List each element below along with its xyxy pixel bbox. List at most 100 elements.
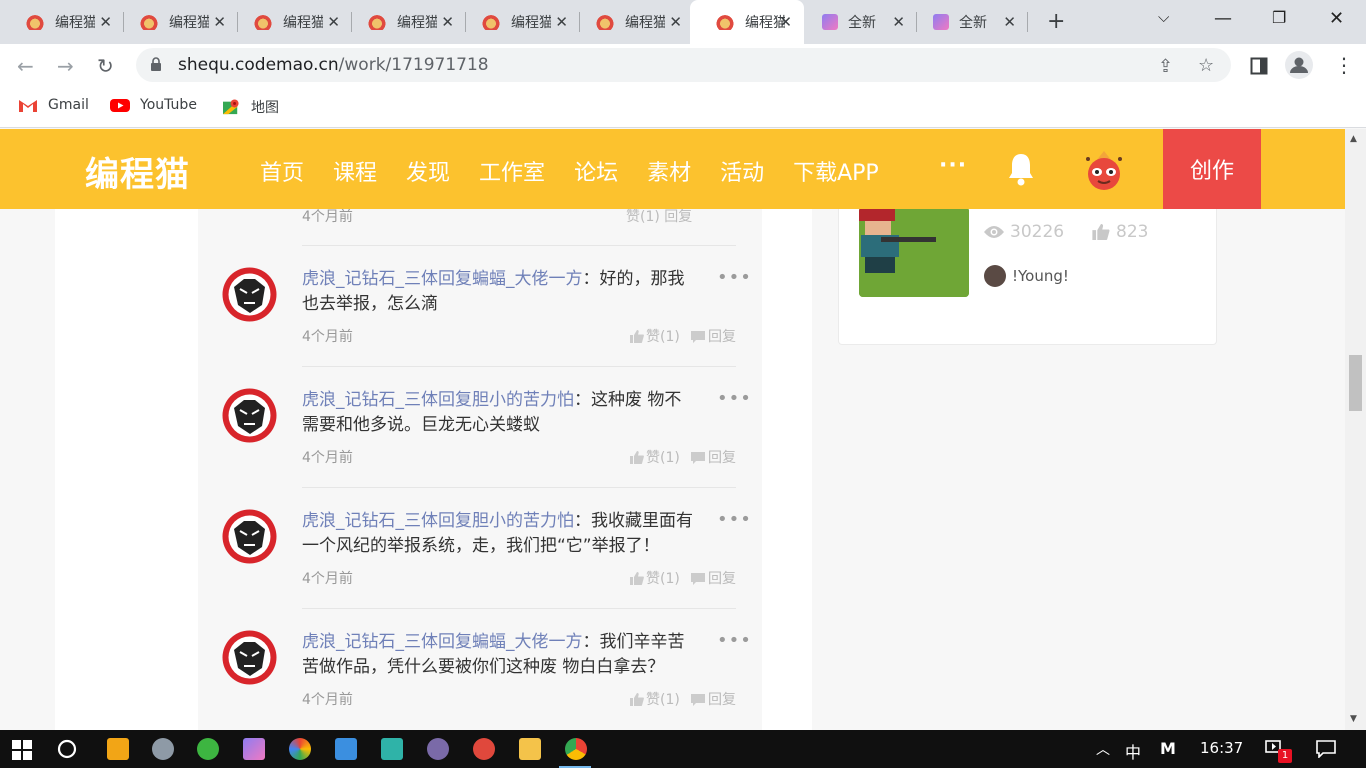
reply-button[interactable]: 回复 <box>690 568 736 588</box>
window-close-icon[interactable]: ✕ <box>1329 8 1344 29</box>
commenter-avatar[interactable] <box>222 388 277 443</box>
ime-indicator[interactable]: 中 <box>1125 739 1141 763</box>
nav-forum[interactable]: 论坛 <box>574 155 618 187</box>
url-path: /work/171971718 <box>338 55 489 75</box>
reply-button[interactable]: 回复 <box>690 326 736 346</box>
scroll-down-icon[interactable]: ▼ <box>1350 714 1357 724</box>
codemao-cat-icon[interactable] <box>473 738 495 760</box>
star-icon[interactable]: ☆ <box>1198 55 1214 76</box>
ime-mode-icon[interactable]: M <box>1160 739 1176 758</box>
close-icon[interactable]: ✕ <box>213 13 226 31</box>
taskbar-app-icon[interactable] <box>427 738 449 760</box>
related-work-card[interactable]: 30226 823 !Young! <box>838 209 1217 345</box>
restore-icon[interactable]: ❐ <box>1272 8 1286 27</box>
browser-tab[interactable]: 编程猫 ✕ <box>342 0 466 44</box>
close-icon[interactable]: ✕ <box>892 13 905 31</box>
reply-button[interactable]: 回复 <box>690 447 736 467</box>
chrome-icon[interactable] <box>565 738 587 760</box>
site-logo[interactable]: 编程猫 <box>85 147 190 196</box>
browser-tab-active[interactable]: 编程猫 ✕ <box>690 0 804 44</box>
bookmark-youtube[interactable]: YouTube <box>110 97 197 113</box>
like-button[interactable]: 赞(1) <box>630 689 680 709</box>
nav-materials[interactable]: 素材 <box>647 155 691 187</box>
commenter-avatar[interactable] <box>222 267 277 322</box>
browser-tab[interactable]: 编程猫 ✕ <box>456 0 580 44</box>
browser-tab[interactable]: 编程猫 ✕ <box>114 0 238 44</box>
new-tab-plus-icon[interactable]: + <box>1047 9 1065 34</box>
browser-tab[interactable]: 全新 ✕ <box>797 0 917 44</box>
back-arrow-icon[interactable]: ← <box>17 54 34 78</box>
comment-author[interactable]: 虎浪_记钻石_三体回复蝙蝠_大佬一方 <box>302 632 583 652</box>
bell-icon[interactable] <box>1006 151 1036 187</box>
address-bar[interactable]: shequ.codemao.cn/work/171971718 ⇪ ☆ <box>136 48 1231 82</box>
close-icon[interactable]: ✕ <box>1003 13 1016 31</box>
more-menu-icon[interactable]: ··· <box>939 153 967 178</box>
minimize-icon[interactable]: — <box>1214 8 1232 29</box>
browser-tab[interactable]: 全新 ✕ <box>908 0 1028 44</box>
nav-courses[interactable]: 课程 <box>333 155 377 187</box>
profile-icon[interactable] <box>1285 51 1313 79</box>
close-icon[interactable]: ✕ <box>99 13 112 31</box>
kitten-editor-icon[interactable] <box>243 738 265 760</box>
tray-chevron-up-icon[interactable]: ︿ <box>1096 739 1110 759</box>
nav-discover[interactable]: 发现 <box>406 155 450 187</box>
nav-studio[interactable]: 工作室 <box>479 155 545 187</box>
like-button[interactable]: 赞(1) <box>630 568 680 588</box>
maps-icon <box>223 99 239 115</box>
bookmark-gmail[interactable]: Gmail <box>18 97 89 113</box>
comment-author[interactable]: 虎浪_记钻石_三体回复蝙蝠_大佬一方 <box>302 269 583 289</box>
taskbar-app-icon[interactable] <box>289 738 311 760</box>
commenter-avatar[interactable] <box>222 509 277 564</box>
side-panel-icon[interactable] <box>1250 57 1268 75</box>
browser-tab[interactable]: 编程猫 ✕ <box>0 0 124 44</box>
browser-tab[interactable]: 编程猫 ✕ <box>228 0 352 44</box>
like-button[interactable]: 赞(1) <box>630 447 680 467</box>
more-options-icon[interactable]: ••• <box>717 388 752 409</box>
author-avatar[interactable] <box>984 265 1006 287</box>
reload-icon[interactable]: ↻ <box>97 54 114 78</box>
tab-title: 编程猫 <box>397 15 437 31</box>
share-icon[interactable]: ⇪ <box>1158 56 1173 77</box>
work-author[interactable]: !Young! <box>984 265 1069 287</box>
taskbar-app-icon[interactable] <box>197 738 219 760</box>
taskbar-app-icon[interactable] <box>107 738 129 760</box>
action-center-icon[interactable] <box>1316 740 1336 758</box>
like-button[interactable]: 赞(1) <box>630 326 680 346</box>
nav-events[interactable]: 活动 <box>720 155 764 187</box>
work-thumbnail[interactable] <box>859 209 969 297</box>
forward-arrow-icon[interactable]: → <box>57 54 74 78</box>
close-icon[interactable]: ✕ <box>327 13 340 31</box>
close-icon[interactable]: ✕ <box>779 13 792 31</box>
create-button[interactable]: 创作 <box>1163 129 1261 209</box>
reply-button[interactable]: 回复 <box>690 689 736 709</box>
taskbar-app-icon[interactable] <box>381 738 403 760</box>
more-options-icon[interactable]: ••• <box>717 267 752 288</box>
thumb-up-icon <box>1092 224 1110 240</box>
commenter-avatar[interactable] <box>222 630 277 685</box>
taskbar-app-icon[interactable] <box>152 738 174 760</box>
file-explorer-icon[interactable] <box>519 738 541 760</box>
more-options-icon[interactable]: ••• <box>717 509 752 530</box>
scroll-up-icon[interactable]: ▲ <box>1350 134 1357 144</box>
comment-author[interactable]: 虎浪_记钻石_三体回复胆小的苦力怕 <box>302 390 574 410</box>
more-options-icon[interactable]: ••• <box>717 630 752 651</box>
nav-download-app[interactable]: 下载APP <box>793 155 879 187</box>
tab-search-chevron-icon[interactable]: ⌵ <box>1158 8 1169 26</box>
bookmark-maps[interactable]: 地图 <box>221 97 279 117</box>
close-icon[interactable]: ✕ <box>441 13 454 31</box>
windows-start-icon[interactable] <box>12 740 32 760</box>
user-avatar[interactable] <box>1080 147 1128 193</box>
page-scrollbar[interactable]: ▲ ▼ <box>1345 129 1366 730</box>
clock[interactable]: 16:37 <box>1200 739 1243 757</box>
comment-actions[interactable]: 赞(1) 回复 <box>626 209 692 226</box>
comment-author[interactable]: 虎浪_记钻石_三体回复胆小的苦力怕 <box>302 511 574 531</box>
close-icon[interactable]: ✕ <box>669 13 682 31</box>
nav-home[interactable]: 首页 <box>260 155 304 187</box>
author-name[interactable]: !Young! <box>1012 267 1069 285</box>
close-icon[interactable]: ✕ <box>555 13 568 31</box>
scrollbar-thumb[interactable] <box>1349 355 1362 411</box>
cortana-search-icon[interactable] <box>57 739 77 759</box>
kebab-menu-icon[interactable]: ⋮ <box>1334 53 1354 77</box>
browser-tab[interactable]: 编程猫 ✕ <box>570 0 694 44</box>
taskbar-app-icon[interactable] <box>335 738 357 760</box>
